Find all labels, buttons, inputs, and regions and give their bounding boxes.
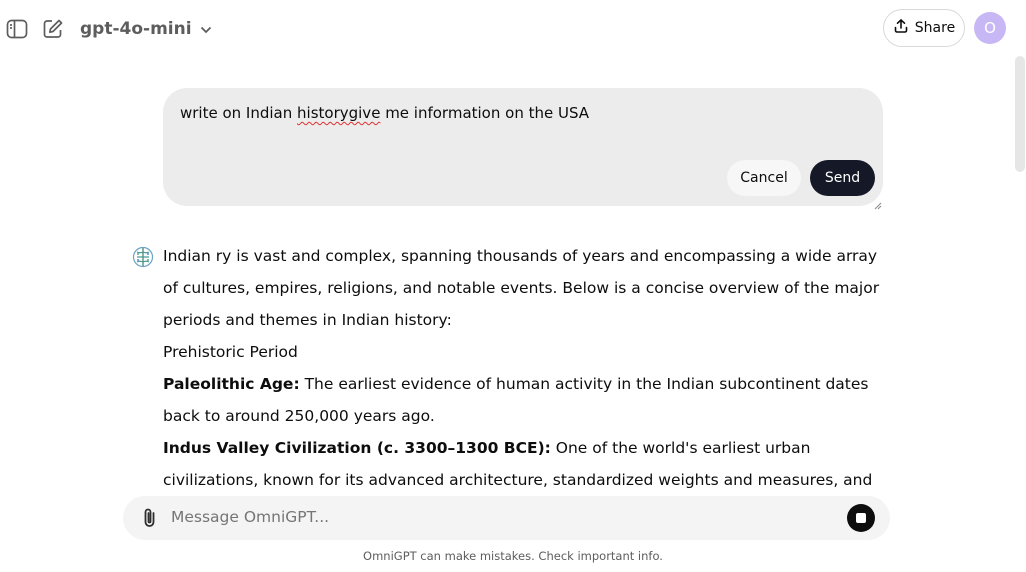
- assistant-brain-icon: [131, 245, 155, 269]
- upload-icon: [893, 18, 909, 38]
- answer-item: Paleolithic Age: The earliest evidence o…: [163, 368, 893, 432]
- assistant-message: Indian ry is vast and complex, spanning …: [163, 240, 893, 528]
- avatar[interactable]: O: [974, 12, 1006, 44]
- chevron-down-icon: [200, 19, 212, 39]
- model-name: gpt-4o-mini: [80, 19, 192, 39]
- answer-intro: Indian ry is vast and complex, spanning …: [163, 247, 880, 329]
- stop-icon: [856, 513, 866, 523]
- new-chat-edit-icon[interactable]: [40, 16, 66, 42]
- edit-message-box[interactable]: write on Indian historygive me informati…: [163, 88, 883, 210]
- disclaimer: OmniGPT can make mistakes. Check importa…: [363, 549, 663, 563]
- paperclip-icon[interactable]: [139, 506, 161, 530]
- answer-item-title: Paleolithic Age:: [163, 375, 300, 393]
- share-label: Share: [914, 20, 956, 36]
- section-heading: Prehistoric Period: [163, 343, 298, 361]
- answer-item-title: Indus Valley Civilization (c. 3300–1300 …: [163, 439, 551, 457]
- sidebar-toggle-icon[interactable]: [4, 16, 30, 42]
- model-selector[interactable]: gpt-4o-mini: [80, 16, 212, 42]
- send-button[interactable]: Send: [810, 160, 875, 196]
- edit-text-part-1: write on Indian: [180, 104, 298, 122]
- scrollbar-thumb[interactable]: [1015, 56, 1025, 172]
- share-button[interactable]: Share: [883, 9, 965, 47]
- cancel-button[interactable]: Cancel: [727, 160, 801, 196]
- misspelled-word: historygive: [297, 104, 381, 122]
- edit-text-part-2: me information on the USA: [380, 104, 590, 122]
- edit-message-text[interactable]: write on Indian historygive me informati…: [180, 104, 589, 122]
- top-bar: gpt-4o-mini Share O: [0, 0, 1026, 56]
- message-composer: [123, 496, 890, 540]
- stop-button[interactable]: [847, 504, 875, 532]
- message-input[interactable]: [171, 508, 821, 526]
- resize-grip-icon[interactable]: [872, 195, 882, 210]
